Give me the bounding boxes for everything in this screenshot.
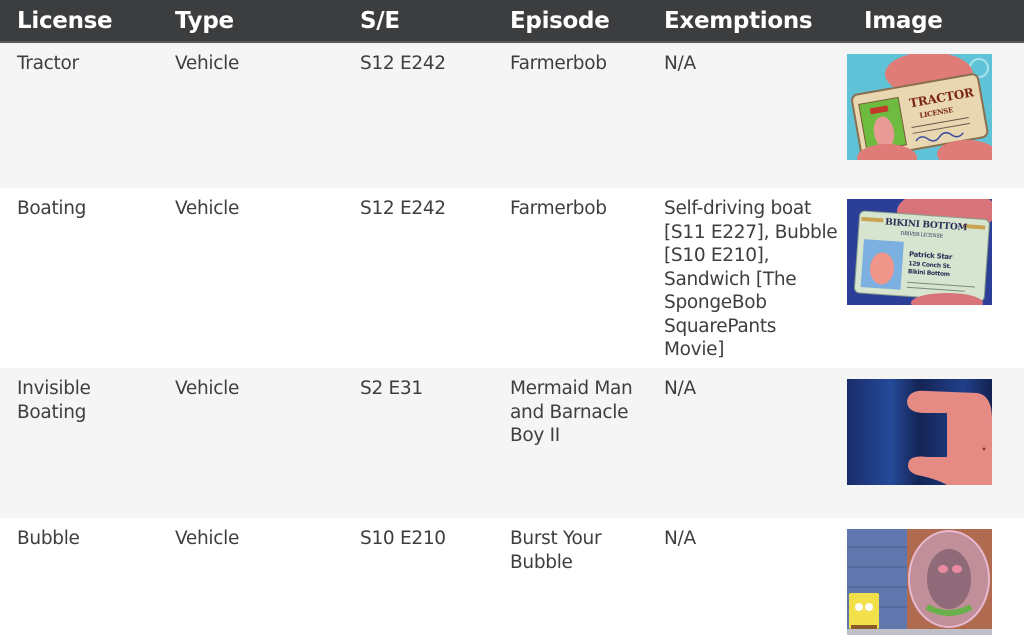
tractor-license-illustration: TRACTOR LICENSE — [847, 54, 992, 160]
episode-cell: Burst Your Bubble — [510, 528, 602, 573]
tractor-license-image[interactable]: TRACTOR LICENSE — [847, 54, 992, 160]
invisible-license-illustration — [847, 379, 992, 485]
invisible-boating-license-image[interactable] — [847, 379, 992, 485]
type-cell: Vehicle — [175, 528, 240, 549]
type-cell: Vehicle — [175, 53, 240, 74]
season-episode-cell: S2 E31 — [360, 378, 423, 399]
type-cell: Vehicle — [175, 378, 240, 399]
column-header-type: Type — [158, 0, 343, 43]
licenses-table: License Type S/E Episode Exemptions Imag… — [0, 0, 1024, 640]
table-row: Boating Vehicle S12 E242 Farmerbob Self-… — [0, 188, 1024, 368]
image-cell: BIKINI BOTTOM DRIVER LICENSE Patrick Sta… — [847, 188, 1024, 368]
table-row: Tractor Vehicle S12 E242 Farmerbob N/A T… — [0, 42, 1024, 188]
season-episode-cell: S12 E242 — [360, 198, 446, 219]
episode-cell: Farmerbob — [510, 53, 607, 74]
episode-cell: Farmerbob — [510, 198, 607, 219]
image-cell — [847, 368, 1024, 518]
image-cell — [847, 518, 1024, 640]
bubble-license-image[interactable] — [847, 529, 992, 635]
exemptions-cell: N/A — [664, 53, 696, 74]
column-header-exemptions: Exemptions — [647, 0, 847, 43]
table-body: Tractor Vehicle S12 E242 Farmerbob N/A T… — [0, 42, 1024, 640]
license-cell: Bubble — [17, 528, 80, 549]
table-row: Invisible Boating Vehicle S2 E31 Mermaid… — [0, 368, 1024, 518]
column-header-license: License — [0, 0, 158, 43]
boating-license-image[interactable]: BIKINI BOTTOM DRIVER LICENSE Patrick Sta… — [847, 199, 992, 305]
license-cell: Invisible Boating — [17, 378, 91, 423]
exemptions-cell: N/A — [664, 528, 696, 549]
season-episode-cell: S12 E242 — [360, 53, 446, 74]
column-header-episode: Episode — [493, 0, 647, 43]
header-row: License Type S/E Episode Exemptions Imag… — [0, 0, 1024, 43]
image-cell: TRACTOR LICENSE — [847, 42, 1024, 188]
bubble-illustration — [847, 529, 992, 635]
exemptions-cell: N/A — [664, 378, 696, 399]
license-cell: Boating — [17, 198, 87, 219]
table-header: License Type S/E Episode Exemptions Imag… — [0, 0, 1024, 43]
episode-cell: Mermaid Man and Barnacle Boy II — [510, 378, 633, 446]
column-header-season-episode: S/E — [343, 0, 493, 43]
type-cell: Vehicle — [175, 198, 240, 219]
exemptions-cell: Self-driving boat [S11 E227], Bubble [S1… — [664, 198, 838, 360]
column-header-image: Image — [847, 0, 1024, 43]
license-cell: Tractor — [17, 53, 79, 74]
table-row: Bubble Vehicle S10 E210 Burst Your Bubbl… — [0, 518, 1024, 640]
boating-license-illustration: BIKINI BOTTOM DRIVER LICENSE Patrick Sta… — [847, 199, 992, 305]
season-episode-cell: S10 E210 — [360, 528, 446, 549]
